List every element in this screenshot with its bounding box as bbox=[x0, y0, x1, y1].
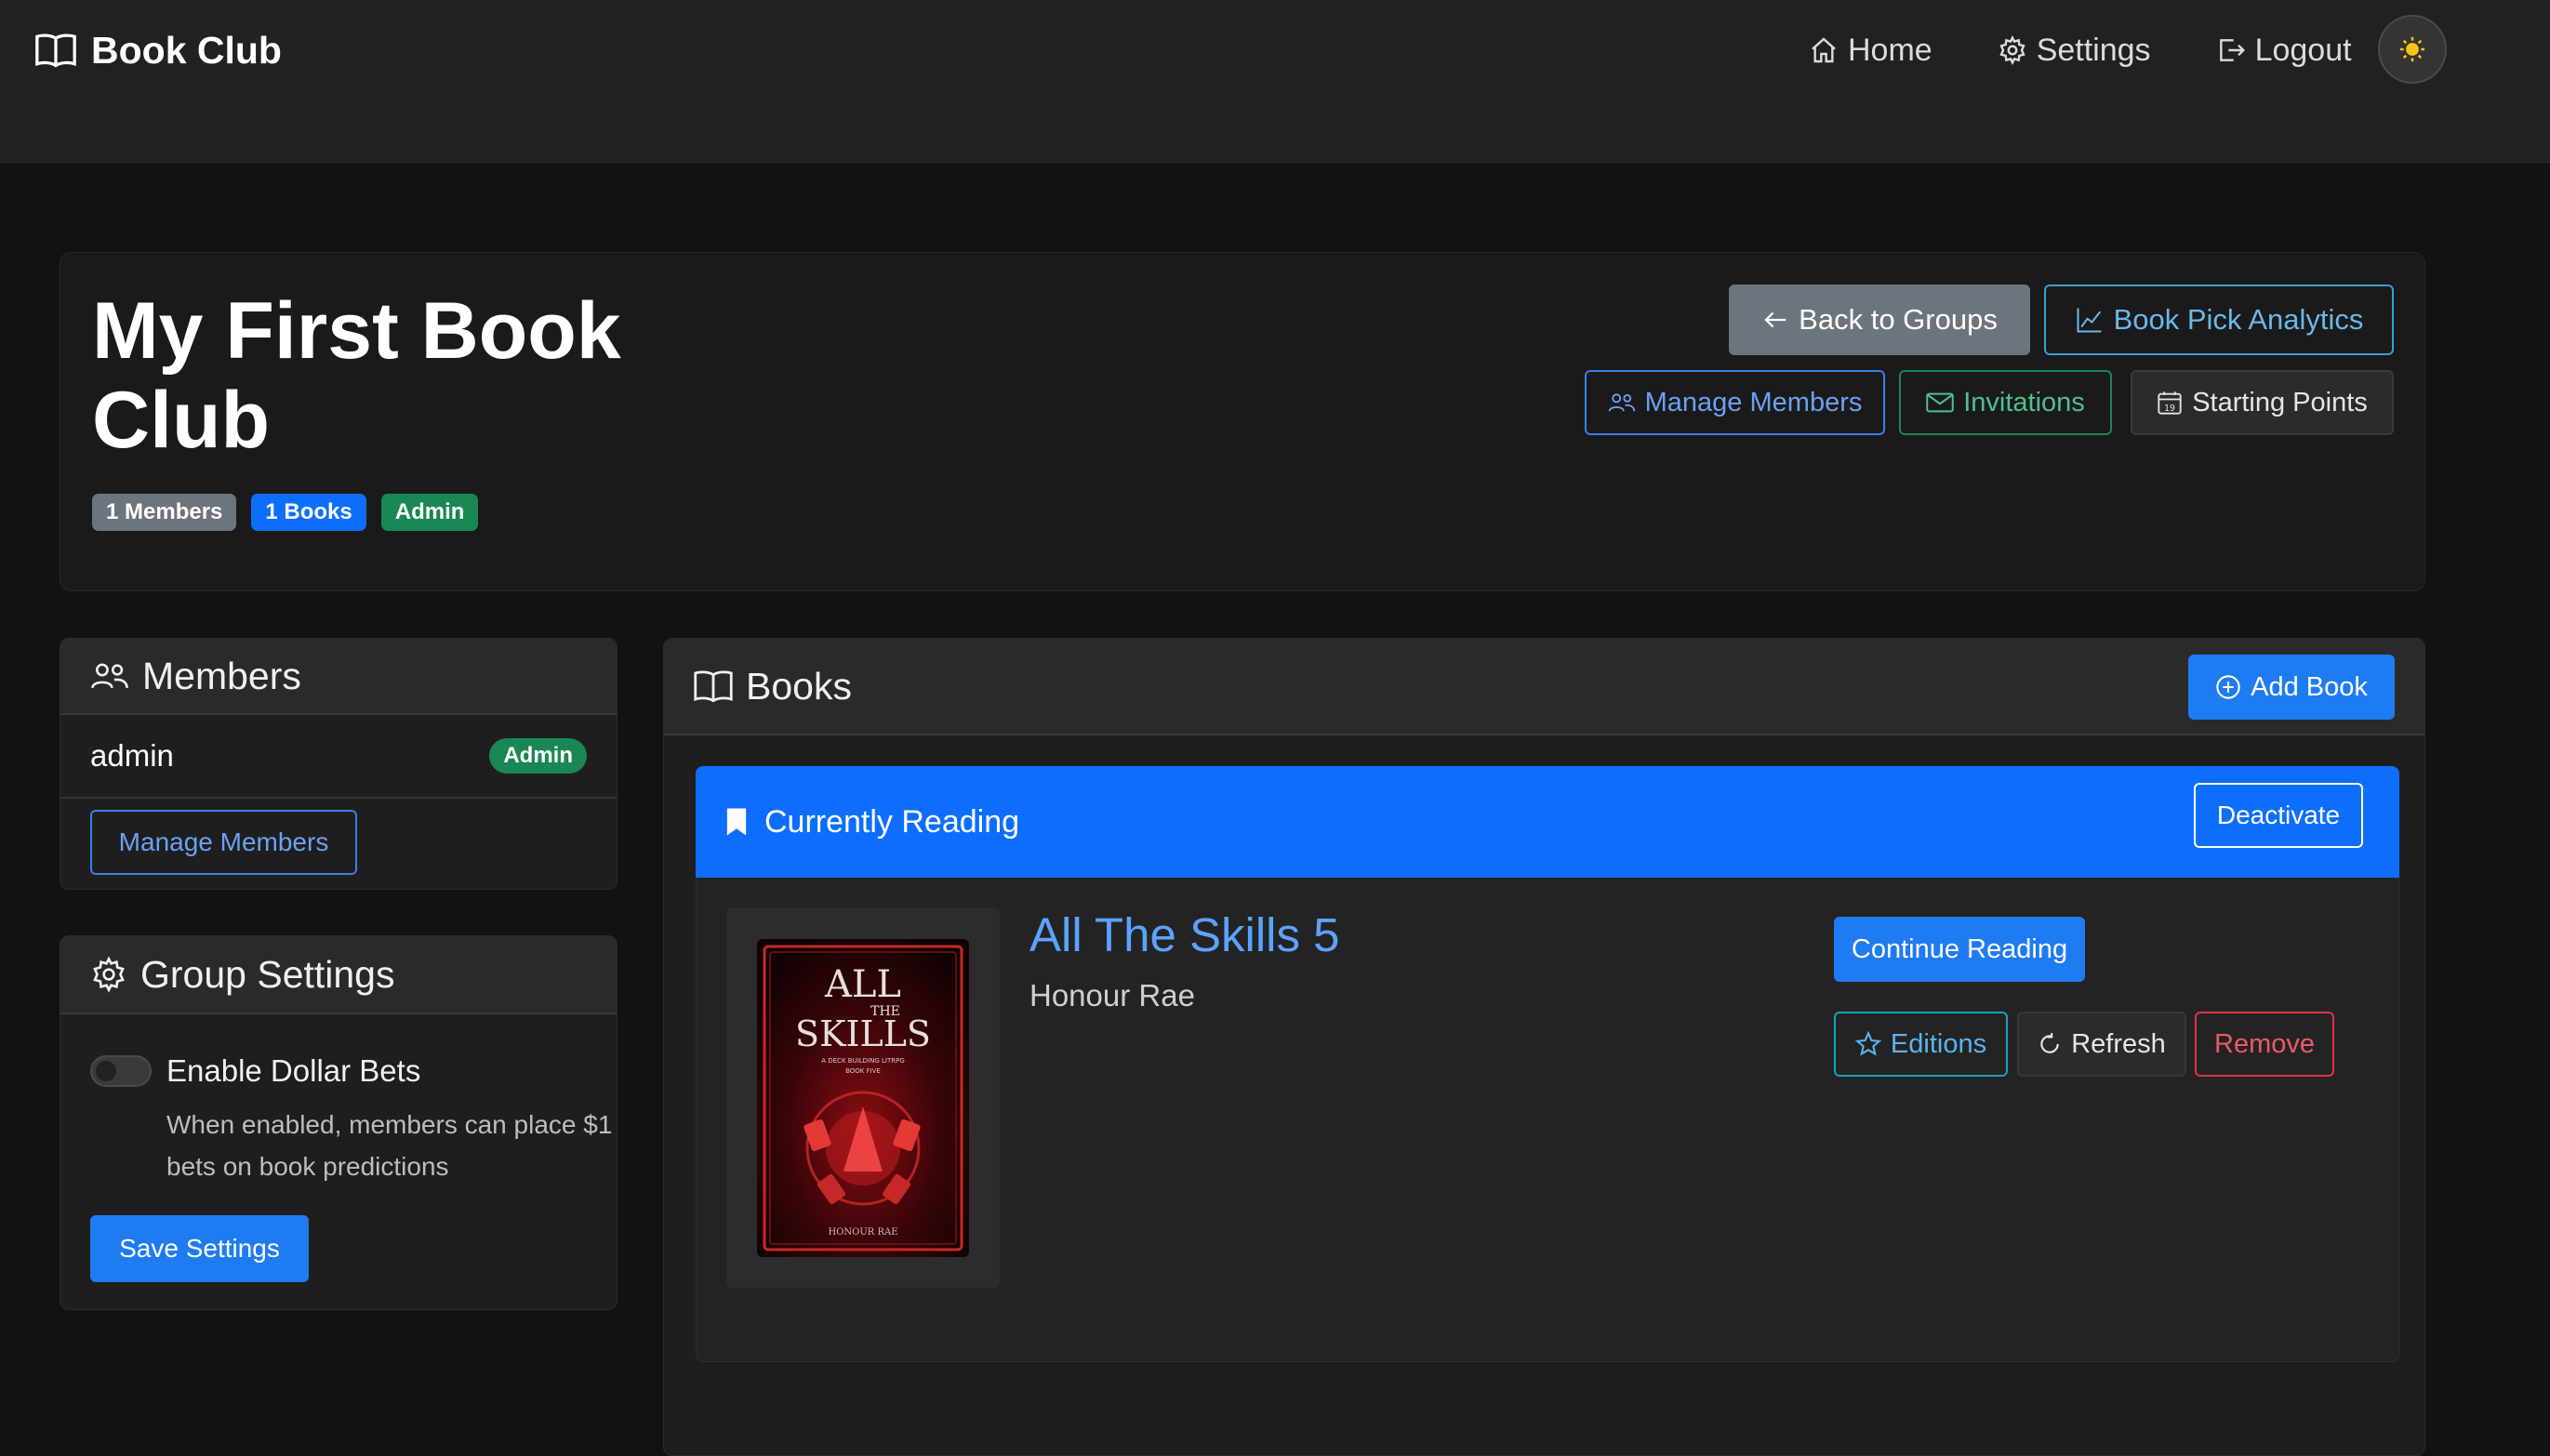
group-badges: 1 Members 1 Books Admin bbox=[92, 494, 479, 531]
nav-home-label: Home bbox=[1848, 32, 1932, 68]
nav-logout-label: Logout bbox=[2254, 32, 2352, 68]
book-cover-image: ALL THE SKILLS A DECK BUILDING LITRPG BO… bbox=[757, 938, 969, 1257]
sun-icon bbox=[2398, 35, 2426, 63]
refresh-button[interactable]: Refresh bbox=[2017, 1012, 2186, 1077]
star-icon bbox=[1854, 1031, 1881, 1057]
svg-text:A DECK BUILDING LITRPG: A DECK BUILDING LITRPG bbox=[821, 1057, 905, 1065]
brand-link[interactable]: Book Club bbox=[35, 24, 282, 76]
svg-text:SKILLS: SKILLS bbox=[795, 1013, 931, 1054]
save-settings-button[interactable]: Save Settings bbox=[90, 1215, 309, 1282]
svg-text:ALL: ALL bbox=[824, 963, 901, 1006]
svg-text:19: 19 bbox=[2164, 404, 2175, 414]
nav-links: Home Settings Logout bbox=[1809, 24, 2352, 76]
book-cover-frame[interactable]: ALL THE SKILLS A DECK BUILDING LITRPG BO… bbox=[726, 907, 1000, 1288]
nav-settings-label: Settings bbox=[2036, 32, 2151, 68]
editions-label: Editions bbox=[1890, 1028, 1987, 1059]
books-count-badge: 1 Books bbox=[251, 494, 366, 531]
members-card-manage-label: Manage Members bbox=[118, 827, 329, 856]
bookmark-icon bbox=[725, 807, 748, 837]
refresh-icon bbox=[2038, 1032, 2062, 1056]
member-name: admin bbox=[90, 738, 174, 773]
books-card: Books Add Book Currently Reading Deactiv… bbox=[663, 638, 2425, 1456]
refresh-label: Refresh bbox=[2071, 1028, 2166, 1059]
svg-text:BOOK FIVE: BOOK FIVE bbox=[845, 1067, 881, 1075]
invitations-label: Invitations bbox=[1963, 387, 2085, 417]
continue-reading-button[interactable]: Continue Reading bbox=[1834, 917, 2085, 982]
navbar: Book Club Home Settings Logout bbox=[0, 0, 2550, 163]
remove-button[interactable]: Remove bbox=[2195, 1012, 2334, 1077]
group-header-card: My First Book Club 1 Members 1 Books Adm… bbox=[60, 252, 2425, 591]
plus-circle-icon bbox=[2215, 674, 2241, 700]
deactivate-button[interactable]: Deactivate bbox=[2194, 783, 2363, 848]
people-icon bbox=[1608, 390, 1636, 415]
list-item: admin Admin bbox=[60, 715, 617, 799]
dollar-bets-toggle[interactable] bbox=[90, 1055, 152, 1087]
gear-icon bbox=[90, 956, 127, 993]
book-icon bbox=[35, 33, 76, 68]
envelope-icon bbox=[1926, 391, 1954, 414]
people-icon bbox=[90, 660, 129, 692]
book-title-link[interactable]: All The Skills 5 bbox=[1029, 907, 1340, 962]
nav-home[interactable]: Home bbox=[1809, 33, 1932, 69]
group-settings-title: Group Settings bbox=[140, 952, 395, 996]
nav-settings[interactable]: Settings bbox=[1998, 33, 2151, 69]
remove-label: Remove bbox=[2214, 1028, 2315, 1059]
arrow-left-icon bbox=[1761, 306, 1789, 334]
page-title: My First Book Club bbox=[92, 286, 621, 465]
chart-line-icon bbox=[2075, 306, 2105, 334]
gear-icon bbox=[1998, 35, 2027, 65]
save-settings-label: Save Settings bbox=[119, 1234, 280, 1263]
manage-members-button[interactable]: Manage Members bbox=[1585, 370, 1885, 435]
book-author: Honour Rae bbox=[1029, 978, 1195, 1013]
book-pick-analytics-label: Book Pick Analytics bbox=[2113, 303, 2364, 336]
books-card-header: Books bbox=[664, 639, 2424, 735]
svg-text:HONOUR RAE: HONOUR RAE bbox=[828, 1227, 897, 1238]
add-book-button[interactable]: Add Book bbox=[2188, 655, 2395, 720]
logout-icon bbox=[2216, 35, 2246, 65]
invitations-button[interactable]: Invitations bbox=[1899, 370, 2112, 435]
brand-name: Book Club bbox=[91, 28, 282, 72]
starting-points-button[interactable]: 19 Starting Points bbox=[2131, 370, 2394, 435]
starting-points-label: Starting Points bbox=[2192, 387, 2368, 417]
back-to-groups-button[interactable]: Back to Groups bbox=[1729, 285, 2030, 355]
house-icon bbox=[1809, 35, 1839, 65]
members-card-header: Members bbox=[60, 639, 617, 715]
member-role-badge: Admin bbox=[489, 738, 587, 774]
editions-button[interactable]: Editions bbox=[1834, 1012, 2008, 1077]
currently-reading-label: Currently Reading bbox=[764, 803, 1020, 840]
book-pick-analytics-button[interactable]: Book Pick Analytics bbox=[2044, 285, 2394, 355]
dollar-bets-help: When enabled, members can place $1 bets … bbox=[166, 1110, 613, 1181]
current-book-body: ALL THE SKILLS A DECK BUILDING LITRPG BO… bbox=[696, 878, 2399, 1362]
group-settings-header: Group Settings bbox=[60, 936, 617, 1014]
deactivate-label: Deactivate bbox=[2216, 801, 2341, 829]
book-icon bbox=[694, 669, 733, 703]
books-card-title: Books bbox=[746, 664, 852, 708]
members-count-badge: 1 Members bbox=[92, 494, 237, 531]
continue-reading-label: Continue Reading bbox=[1851, 933, 2068, 964]
theme-toggle-button[interactable] bbox=[2378, 15, 2447, 84]
back-to-groups-label: Back to Groups bbox=[1799, 303, 1998, 336]
calendar-icon: 19 bbox=[2157, 390, 2183, 416]
dollar-bets-label: Enable Dollar Bets bbox=[166, 1053, 421, 1088]
role-badge: Admin bbox=[380, 494, 479, 531]
manage-members-label: Manage Members bbox=[1644, 387, 1863, 417]
members-card-title: Members bbox=[142, 654, 301, 697]
nav-logout[interactable]: Logout bbox=[2216, 33, 2352, 69]
members-card: Members admin Admin Manage Members bbox=[60, 638, 618, 890]
group-settings-card: Group Settings Enable Dollar Bets When e… bbox=[60, 935, 618, 1310]
members-card-manage-button[interactable]: Manage Members bbox=[90, 810, 357, 875]
add-book-label: Add Book bbox=[2251, 671, 2368, 702]
currently-reading-header: Currently Reading bbox=[696, 766, 2399, 878]
